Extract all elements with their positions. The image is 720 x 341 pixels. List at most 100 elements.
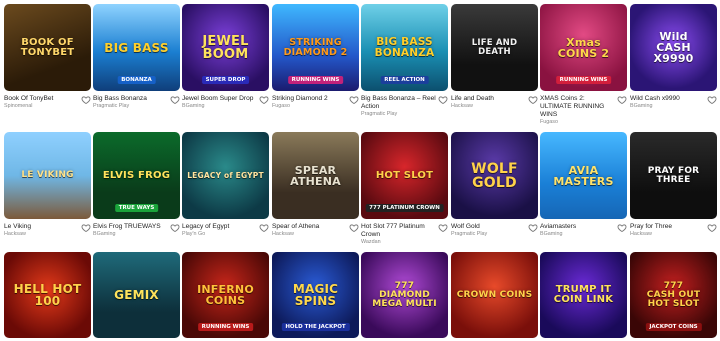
game-thumbnail[interactable]: GEMIX	[93, 252, 180, 338]
game-card[interactable]: STRIKING DIAMOND 2 RUNNING WINS Striking D…	[272, 4, 359, 110]
game-thumbnail[interactable]: STRIKING DIAMOND 2 RUNNING WINS	[272, 4, 359, 91]
game-thumbnail[interactable]: MAGIC SPINS HOLD THE JACKPOT	[272, 252, 359, 338]
game-thumbnail[interactable]: WOLF GOLD	[451, 132, 538, 219]
game-provider: Fugaso	[272, 103, 290, 109]
game-meta: Wolf Gold Pragmatic Play	[451, 223, 538, 238]
game-thumbnail[interactable]: 777 CASH OUT HOT SLOT JACKPOT COINS	[630, 252, 717, 338]
game-thumbnail[interactable]: ELVIS FROG TRUE WAYS	[93, 132, 180, 219]
game-logo-text: ELVIS FROG	[102, 169, 171, 181]
game-thumbnail[interactable]: INFERNO COINS RUNNING WINS	[182, 252, 269, 338]
game-logo-text: BIG BASS	[104, 40, 169, 55]
favorite-heart-icon[interactable]	[438, 95, 448, 105]
game-card[interactable]: LIFE AND DEATH Life and Death Hacksaw	[451, 4, 538, 110]
game-logo-text: CROWN COINS	[456, 289, 533, 300]
game-title[interactable]: Big Bass Bonanza – Reel Action	[361, 95, 436, 111]
game-logo-text: HELL HOT 100	[13, 282, 82, 308]
game-logo-text: STRIKING DIAMOND 2	[283, 37, 348, 58]
game-card[interactable]: BOOK OF TONYBET Book Of TonyBet Spinomenal	[4, 4, 91, 110]
game-provider: Pragmatic Play	[451, 231, 488, 237]
game-title[interactable]: Pray for Three	[630, 223, 705, 231]
game-title[interactable]: Legacy of Egypt	[182, 223, 257, 231]
game-title[interactable]: Hot Slot 777 Platinum Crown	[361, 223, 436, 239]
game-thumbnail[interactable]: SPEAR ATHENA	[272, 132, 359, 219]
favorite-heart-icon[interactable]	[81, 95, 91, 105]
game-thumbnail[interactable]: LEGACY of EGYPT	[182, 132, 269, 219]
game-thumbnail[interactable]: AVIA MASTERS	[540, 132, 627, 219]
game-title[interactable]: Aviamasters	[540, 223, 615, 231]
game-logo-text: BIG BASS BONANZA	[374, 36, 435, 59]
game-provider: Play'n Go	[182, 231, 206, 237]
game-thumbnail[interactable]: BIG BASS BONANZA REEL ACTION	[361, 4, 448, 91]
game-meta: Striking Diamond 2 Fugaso	[272, 95, 359, 110]
game-title[interactable]: Wild Cash x9990	[630, 95, 705, 103]
game-thumbnail[interactable]: LE VIKING	[4, 132, 91, 219]
game-provider: Wazdan	[361, 239, 381, 245]
game-logo-text: HOT SLOT	[375, 169, 434, 181]
game-thumbnail[interactable]: Xmas COINS 2 RUNNING WINS	[540, 4, 627, 91]
game-card[interactable]: ELVIS FROG TRUE WAYS Elvis Frog TRUEWAYS BG…	[93, 132, 180, 238]
game-title[interactable]: XMAS Coins 2: ULTIMATE RUNNING WINS	[540, 95, 615, 119]
game-card[interactable]: INFERNO COINS RUNNING WINS	[182, 252, 269, 338]
game-title[interactable]: Big Bass Bonanza	[93, 95, 168, 103]
favorite-heart-icon[interactable]	[170, 223, 180, 233]
game-card[interactable]: Xmas COINS 2 RUNNING WINS XMAS Coins 2: UL…	[540, 4, 627, 126]
game-card[interactable]: WOLF GOLD Wolf Gold Pragmatic Play	[451, 132, 538, 238]
game-card[interactable]: PRAY FOR THREE Pray for Three Hacksaw	[630, 132, 717, 238]
favorite-heart-icon[interactable]	[170, 95, 180, 105]
game-logo-text: Wild CASH X9990	[653, 30, 694, 65]
game-card[interactable]: SPEAR ATHENA Spear of Athena Hacksaw	[272, 132, 359, 238]
game-card[interactable]: Wild CASH X9990 Wild Cash x9990 BGaming	[630, 4, 717, 110]
favorite-heart-icon[interactable]	[528, 95, 538, 105]
game-title[interactable]: Elvis Frog TRUEWAYS	[93, 223, 168, 231]
game-card[interactable]: TRUMP IT COIN LINK	[540, 252, 627, 338]
game-card[interactable]: CROWN COINS	[451, 252, 538, 338]
game-provider: BGaming	[630, 103, 653, 109]
game-card[interactable]: BIG BASS BONANZA REEL ACTION Big Bass Bona…	[361, 4, 448, 118]
favorite-heart-icon[interactable]	[617, 223, 627, 233]
game-title[interactable]: Le Viking	[4, 223, 79, 231]
game-thumbnail[interactable]: JEWEL BOOM SUPER DROP	[182, 4, 269, 91]
favorite-heart-icon[interactable]	[707, 223, 717, 233]
game-meta: Jewel Boom Super Drop BGaming	[182, 95, 269, 110]
game-thumbnail[interactable]: HOT SLOT 777 PLATINUM CROWN	[361, 132, 448, 219]
game-title[interactable]: Jewel Boom Super Drop	[182, 95, 257, 103]
favorite-heart-icon[interactable]	[528, 223, 538, 233]
game-meta: Life and Death Hacksaw	[451, 95, 538, 110]
favorite-heart-icon[interactable]	[349, 95, 359, 105]
game-logo-text: WOLF GOLD	[471, 160, 518, 191]
game-thumbnail[interactable]: 777 DIAMOND MEGA MULTI	[361, 252, 448, 338]
game-thumbnail[interactable]: BOOK OF TONYBET	[4, 4, 91, 91]
favorite-heart-icon[interactable]	[438, 223, 448, 233]
favorite-heart-icon[interactable]	[259, 95, 269, 105]
game-logo-text: GEMIX	[114, 288, 159, 302]
favorite-heart-icon[interactable]	[349, 223, 359, 233]
game-card[interactable]: HELL HOT 100	[4, 252, 91, 338]
game-thumbnail[interactable]: CROWN COINS	[451, 252, 538, 338]
game-card[interactable]: 777 DIAMOND MEGA MULTI	[361, 252, 448, 338]
game-thumbnail[interactable]: HELL HOT 100	[4, 252, 91, 338]
favorite-heart-icon[interactable]	[707, 95, 717, 105]
game-title[interactable]: Spear of Athena	[272, 223, 347, 231]
game-card[interactable]: LE VIKING Le Viking Hacksaw	[4, 132, 91, 238]
game-card[interactable]: MAGIC SPINS HOLD THE JACKPOT	[272, 252, 359, 338]
game-card[interactable]: LEGACY of EGYPT Legacy of Egypt Play'n Go	[182, 132, 269, 238]
game-title[interactable]: Life and Death	[451, 95, 526, 103]
game-card[interactable]: HOT SLOT 777 PLATINUM CROWN Hot Slot 777 P…	[361, 132, 448, 246]
favorite-heart-icon[interactable]	[259, 223, 269, 233]
game-thumbnail[interactable]: Wild CASH X9990	[630, 4, 717, 91]
game-card[interactable]: GEMIX	[93, 252, 180, 338]
game-card[interactable]: 777 CASH OUT HOT SLOT JACKPOT COINS	[630, 252, 717, 338]
game-logo-text: BOOK OF TONYBET	[20, 36, 75, 58]
favorite-heart-icon[interactable]	[81, 223, 91, 233]
game-card[interactable]: BIG BASS BONANZA Big Bass Bonanza Pragmatic…	[93, 4, 180, 110]
game-thumbnail[interactable]: TRUMP IT COIN LINK	[540, 252, 627, 338]
game-card[interactable]: AVIA MASTERS Aviamasters BGaming	[540, 132, 627, 238]
game-thumbnail[interactable]: PRAY FOR THREE	[630, 132, 717, 219]
game-thumbnail[interactable]: BIG BASS BONANZA	[93, 4, 180, 91]
game-title[interactable]: Wolf Gold	[451, 223, 526, 231]
game-title[interactable]: Striking Diamond 2	[272, 95, 347, 103]
game-title[interactable]: Book Of TonyBet	[4, 95, 79, 103]
favorite-heart-icon[interactable]	[617, 95, 627, 105]
game-card[interactable]: JEWEL BOOM SUPER DROP Jewel Boom Super Dro…	[182, 4, 269, 110]
game-thumbnail[interactable]: LIFE AND DEATH	[451, 4, 538, 91]
